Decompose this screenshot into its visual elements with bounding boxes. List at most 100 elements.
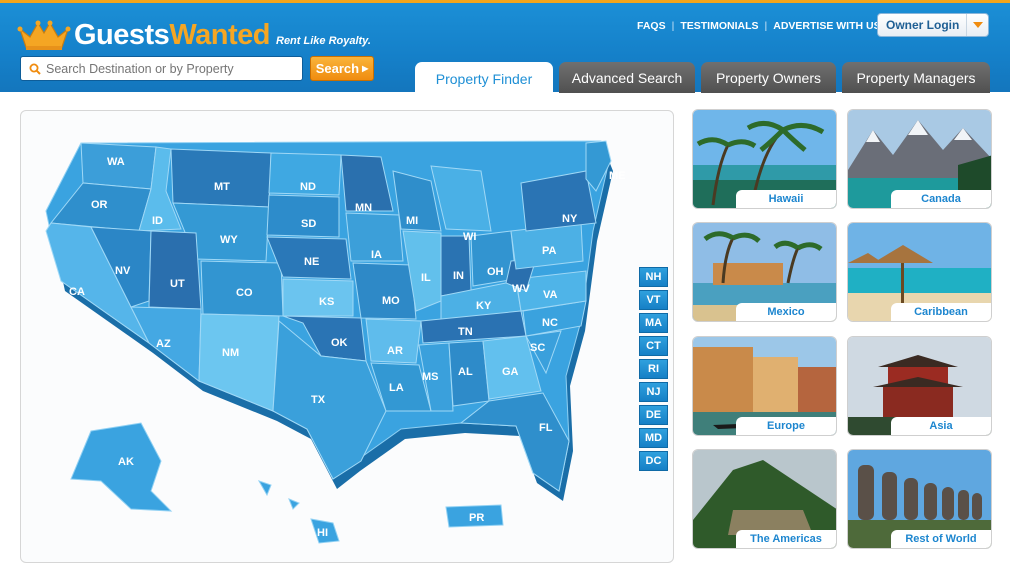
- search-button[interactable]: Search ▶: [310, 56, 374, 81]
- search-box: [20, 56, 303, 81]
- label-il: IL: [421, 272, 431, 284]
- chevron-down-icon: [966, 14, 988, 36]
- label-co: CO: [236, 287, 253, 299]
- label-va: VA: [543, 289, 558, 301]
- label-sc: SC: [530, 342, 545, 354]
- logo-text-guests: Guests: [74, 19, 170, 51]
- link-testimonials[interactable]: TESTIMONIALS: [680, 20, 758, 32]
- destination-tile-asia[interactable]: Asia: [847, 336, 992, 436]
- label-id: ID: [152, 215, 163, 227]
- destination-label: Europe: [736, 417, 836, 435]
- state-button-md[interactable]: MD: [639, 428, 668, 448]
- label-mt: MT: [214, 181, 230, 193]
- label-tx: TX: [311, 394, 326, 406]
- tagline: Rent Like Royalty.: [276, 35, 371, 47]
- label-ca: CA: [69, 286, 85, 298]
- label-ak: AK: [118, 456, 134, 468]
- state-button-nh[interactable]: NH: [639, 267, 668, 287]
- state-nm[interactable]: [198, 313, 280, 412]
- us-map-panel: WA OR CA ID NV MT WY UT AZ CO NM ND SD N…: [20, 110, 674, 563]
- label-mi: MI: [406, 215, 418, 227]
- label-or: OR: [91, 199, 108, 211]
- label-in: IN: [453, 270, 464, 282]
- state-mt[interactable]: [170, 148, 272, 208]
- link-faqs[interactable]: FAQS: [637, 20, 666, 32]
- label-wy: WY: [220, 234, 238, 246]
- us-map: WA OR CA ID NV MT WY UT AZ CO NM ND SD N…: [45, 140, 626, 544]
- label-ok: OK: [331, 337, 348, 349]
- crown-icon: [17, 20, 71, 50]
- label-al: AL: [458, 366, 473, 378]
- destination-label: Asia: [891, 417, 991, 435]
- label-nc: NC: [542, 317, 558, 329]
- state-button-ma[interactable]: MA: [639, 313, 668, 333]
- destination-tile-rest-of-world[interactable]: Rest of World: [847, 449, 992, 549]
- state-button-ct[interactable]: CT: [639, 336, 668, 356]
- destination-label: Caribbean: [891, 303, 991, 321]
- destination-label: The Americas: [736, 530, 836, 548]
- label-nd: ND: [300, 181, 316, 193]
- search-input[interactable]: [46, 61, 296, 76]
- destination-tile-caribbean[interactable]: Caribbean: [847, 222, 992, 322]
- label-ny: NY: [562, 213, 578, 225]
- arrow-right-icon: ▶: [362, 64, 369, 73]
- destination-label: Mexico: [736, 303, 836, 321]
- destination-label: Hawaii: [736, 190, 836, 208]
- state-sd[interactable]: [266, 194, 340, 238]
- label-pa: PA: [542, 245, 557, 257]
- tab-property-finder[interactable]: Property Finder: [415, 62, 553, 95]
- label-ia: IA: [371, 249, 382, 261]
- site-header: GuestsWanted Rent Like Royalty. Search ▶…: [0, 0, 1010, 95]
- label-la: LA: [389, 382, 404, 394]
- destination-tile-hawaii[interactable]: Hawaii: [692, 109, 837, 209]
- state-button-nj[interactable]: NJ: [639, 382, 668, 402]
- top-links: FAQS | TESTIMONIALS | ADVERTISE WITH US: [637, 20, 881, 32]
- divider: |: [671, 20, 675, 32]
- state-in[interactable]: [440, 235, 472, 297]
- logo-text-wanted: Wanted: [169, 19, 270, 51]
- tab-advanced-search[interactable]: Advanced Search: [559, 62, 695, 93]
- northeast-state-buttons: NH VT MA CT RI NJ DE MD DC: [639, 267, 668, 471]
- label-ar: AR: [387, 345, 403, 357]
- label-ne: NE: [304, 256, 319, 268]
- destination-tile-the-americas[interactable]: The Americas: [692, 449, 837, 549]
- label-ky: KY: [476, 300, 492, 312]
- link-advertise[interactable]: ADVERTISE WITH US: [773, 20, 880, 32]
- label-az: AZ: [156, 338, 171, 350]
- state-mo[interactable]: [352, 262, 417, 320]
- state-button-ri[interactable]: RI: [639, 359, 668, 379]
- divider: |: [764, 20, 768, 32]
- logo[interactable]: GuestsWanted: [16, 15, 270, 51]
- label-wv: WV: [512, 283, 530, 295]
- label-ga: GA: [502, 366, 519, 378]
- label-ms: MS: [422, 371, 439, 383]
- label-ut: UT: [170, 278, 185, 290]
- tab-property-owners[interactable]: Property Owners: [701, 62, 836, 93]
- label-mn: MN: [355, 202, 372, 214]
- main-tabs: Property Finder Advanced Search Property…: [415, 62, 990, 95]
- tab-property-managers[interactable]: Property Managers: [842, 62, 990, 93]
- label-ks: KS: [319, 296, 334, 308]
- label-wa: WA: [107, 156, 125, 168]
- label-oh: OH: [487, 266, 504, 278]
- search-button-label: Search: [315, 61, 360, 76]
- owner-login-dropdown[interactable]: Owner Login: [877, 13, 989, 37]
- state-ks[interactable]: [282, 278, 354, 317]
- owner-login-label: Owner Login: [886, 18, 960, 32]
- state-button-dc[interactable]: DC: [639, 451, 668, 471]
- label-tn: TN: [458, 326, 473, 338]
- destination-tile-canada[interactable]: Canada: [847, 109, 992, 209]
- label-me: ME: [609, 170, 626, 182]
- destination-tile-mexico[interactable]: Mexico: [692, 222, 837, 322]
- destination-tile-europe[interactable]: Europe: [692, 336, 837, 436]
- label-sd: SD: [301, 218, 316, 230]
- label-nv: NV: [115, 265, 131, 277]
- destination-label: Rest of World: [891, 530, 991, 548]
- label-mo: MO: [382, 295, 400, 307]
- destination-label: Canada: [891, 190, 991, 208]
- state-ut[interactable]: [148, 230, 202, 310]
- state-button-vt[interactable]: VT: [639, 290, 668, 310]
- label-pr: PR: [469, 512, 484, 524]
- state-button-de[interactable]: DE: [639, 405, 668, 425]
- label-fl: FL: [539, 422, 553, 434]
